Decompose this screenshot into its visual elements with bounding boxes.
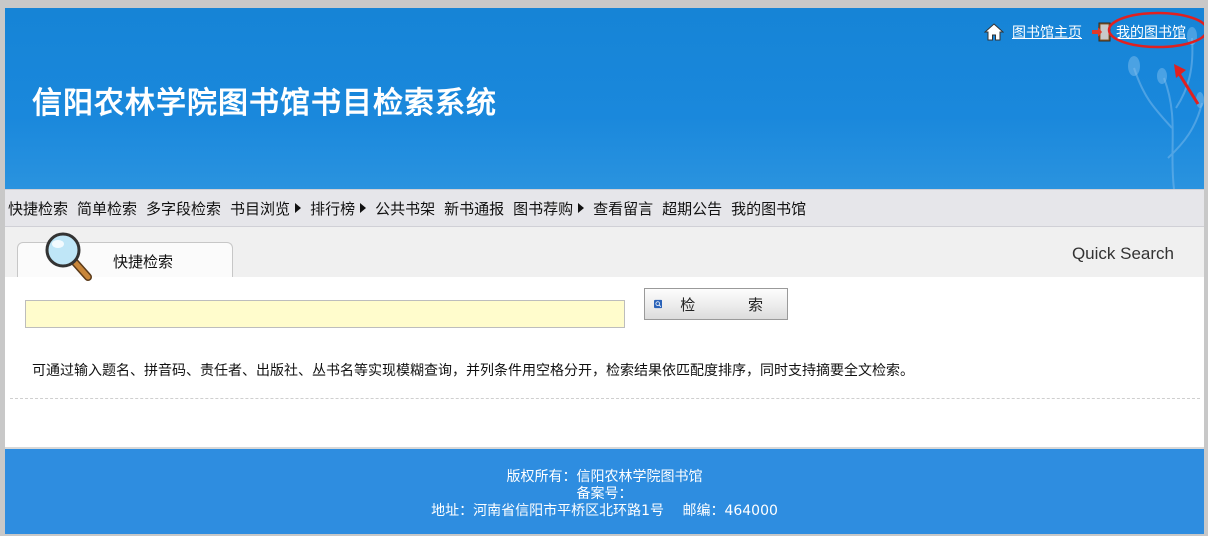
nav-messages[interactable]: 查看留言: [593, 198, 653, 219]
nav-my-library[interactable]: 我的图书馆: [731, 198, 806, 219]
nav-multi-field-search[interactable]: 多字段检索: [146, 198, 221, 219]
nav-simple-search[interactable]: 简单检索: [77, 198, 137, 219]
nav-quick-search[interactable]: 快捷检索: [8, 198, 68, 219]
search-input[interactable]: [25, 300, 625, 328]
footer: 版权所有：信阳农林学院图书馆 备案号： 地址：河南省信阳市平桥区北环路1号 邮编…: [5, 447, 1204, 534]
nav-rankings[interactable]: 排行榜: [310, 198, 367, 219]
search-button-label: 检 索: [680, 295, 787, 314]
submenu-arrow-icon: [360, 203, 367, 213]
content-divider: [10, 398, 1200, 399]
highlight-circle-annotation: [1107, 11, 1204, 49]
page-frame: 信阳农林学院图书馆书目检索系统 图书馆主页 我的图书馆 快捷检索 简单检索 多字…: [5, 8, 1204, 534]
red-arrow-annotation: [1174, 64, 1200, 105]
submenu-arrow-icon: [578, 203, 585, 213]
nav-new-books[interactable]: 新书通报: [444, 198, 504, 219]
quick-search-english-title: Quick Search: [1071, 244, 1174, 263]
search-hint: 可通过输入题名、拼音码、责任者、出版社、丛书名等实现模糊查询，并列条件用空格分开…: [32, 363, 914, 379]
tab-quick-search[interactable]: 快捷检索: [17, 232, 233, 281]
nav-catalog-browse[interactable]: 书目浏览: [230, 198, 302, 219]
library-home-link[interactable]: 图书馆主页: [1012, 22, 1082, 42]
search-tab-bar: 快捷检索 Quick Search: [5, 227, 1204, 281]
nav-overdue-notice[interactable]: 超期公告: [662, 198, 722, 219]
site-title: 信阳农林学院图书馆书目检索系统: [32, 86, 497, 121]
home-icon: [984, 23, 1004, 41]
my-library-link-wrap: 我的图书馆: [1107, 11, 1204, 49]
magnifier-icon: [45, 232, 92, 281]
search-button[interactable]: 检 索: [644, 288, 788, 320]
top-links: 图书馆主页 我的图书馆: [984, 11, 1204, 49]
tab-label: 快捷检索: [113, 253, 174, 271]
submenu-arrow-icon: [295, 203, 302, 213]
nav-book-recommend[interactable]: 图书荐购: [513, 198, 585, 219]
nav-public-shelf[interactable]: 公共书架: [375, 198, 435, 219]
main-nav: 快捷检索 简单检索 多字段检索 书目浏览 排行榜 公共书架 新书通报 图书荐购 …: [5, 189, 1204, 227]
footer-address: 地址：河南省信阳市平桥区北环路1号 邮编：464000: [431, 503, 778, 519]
header-banner: 信阳农林学院图书馆书目检索系统 图书馆主页 我的图书馆: [5, 8, 1204, 189]
search-icon: [654, 299, 663, 309]
